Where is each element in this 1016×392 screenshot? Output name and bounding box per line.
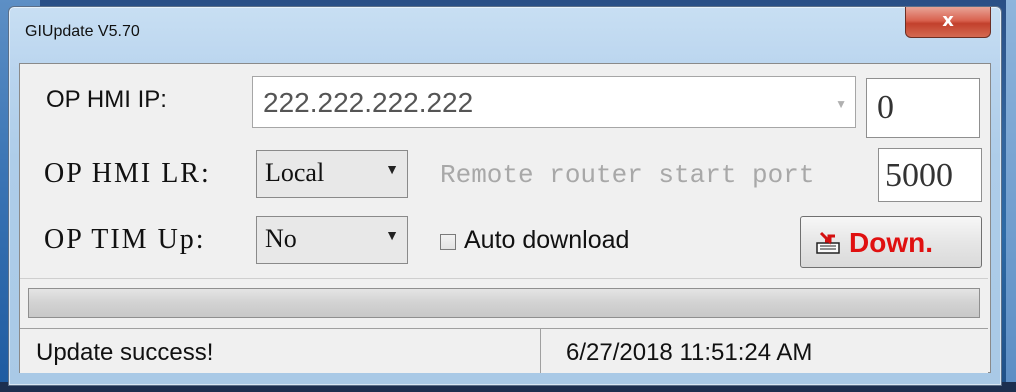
app-window: GIUpdate V5.70 x OP HMI IP: 222.222.222.… xyxy=(8,6,1002,386)
window-title: GIUpdate V5.70 xyxy=(25,23,140,40)
chevron-down-icon: ▼ xyxy=(385,163,399,178)
window-client-area: OP HMI IP: 222.222.222.222 ▼ 0 OP HMI LR… xyxy=(19,63,991,373)
progress-bar xyxy=(28,288,980,318)
op-hmi-ip-label: OP HMI IP: xyxy=(46,86,167,113)
op-tim-up-select[interactable]: No ▼ xyxy=(256,216,408,264)
op-tim-up-label: OP TIM Up: xyxy=(44,224,206,255)
download-icon xyxy=(816,231,840,254)
close-button[interactable]: x xyxy=(905,7,991,38)
auto-download-label[interactable]: Auto download xyxy=(464,226,629,255)
download-button[interactable]: Down. xyxy=(800,216,982,268)
op-tim-up-value: No xyxy=(265,224,297,253)
remote-router-start-port-field[interactable]: 5000 xyxy=(878,148,982,202)
op-hmi-lr-select[interactable]: Local ▼ xyxy=(256,150,408,198)
status-bar: Update success! 6/27/2018 11:51:24 AM xyxy=(20,328,988,373)
status-datetime: 6/27/2018 11:51:24 AM xyxy=(566,339,813,366)
remote-router-start-port-value: 5000 xyxy=(885,157,953,194)
ip-index-value: 0 xyxy=(877,89,894,126)
ip-index-field[interactable]: 0 xyxy=(866,78,980,138)
status-separator xyxy=(540,329,541,373)
settings-panel: OP HMI IP: 222.222.222.222 ▼ 0 OP HMI LR… xyxy=(20,64,988,279)
op-hmi-lr-label: OP HMI LR: xyxy=(44,158,211,189)
chevron-down-icon: ▼ xyxy=(385,229,399,244)
remote-router-start-port-label: Remote router start port xyxy=(440,160,815,190)
chevron-down-icon[interactable]: ▼ xyxy=(835,97,847,111)
desktop-background-right xyxy=(1006,0,1016,392)
auto-download-checkbox[interactable] xyxy=(440,234,456,250)
op-hmi-lr-value: Local xyxy=(265,158,325,187)
download-button-label: Down. xyxy=(849,227,933,258)
op-hmi-ip-combobox[interactable]: 222.222.222.222 ▼ xyxy=(252,76,856,128)
op-hmi-ip-value: 222.222.222.222 xyxy=(263,87,474,118)
status-message: Update success! xyxy=(36,339,214,366)
